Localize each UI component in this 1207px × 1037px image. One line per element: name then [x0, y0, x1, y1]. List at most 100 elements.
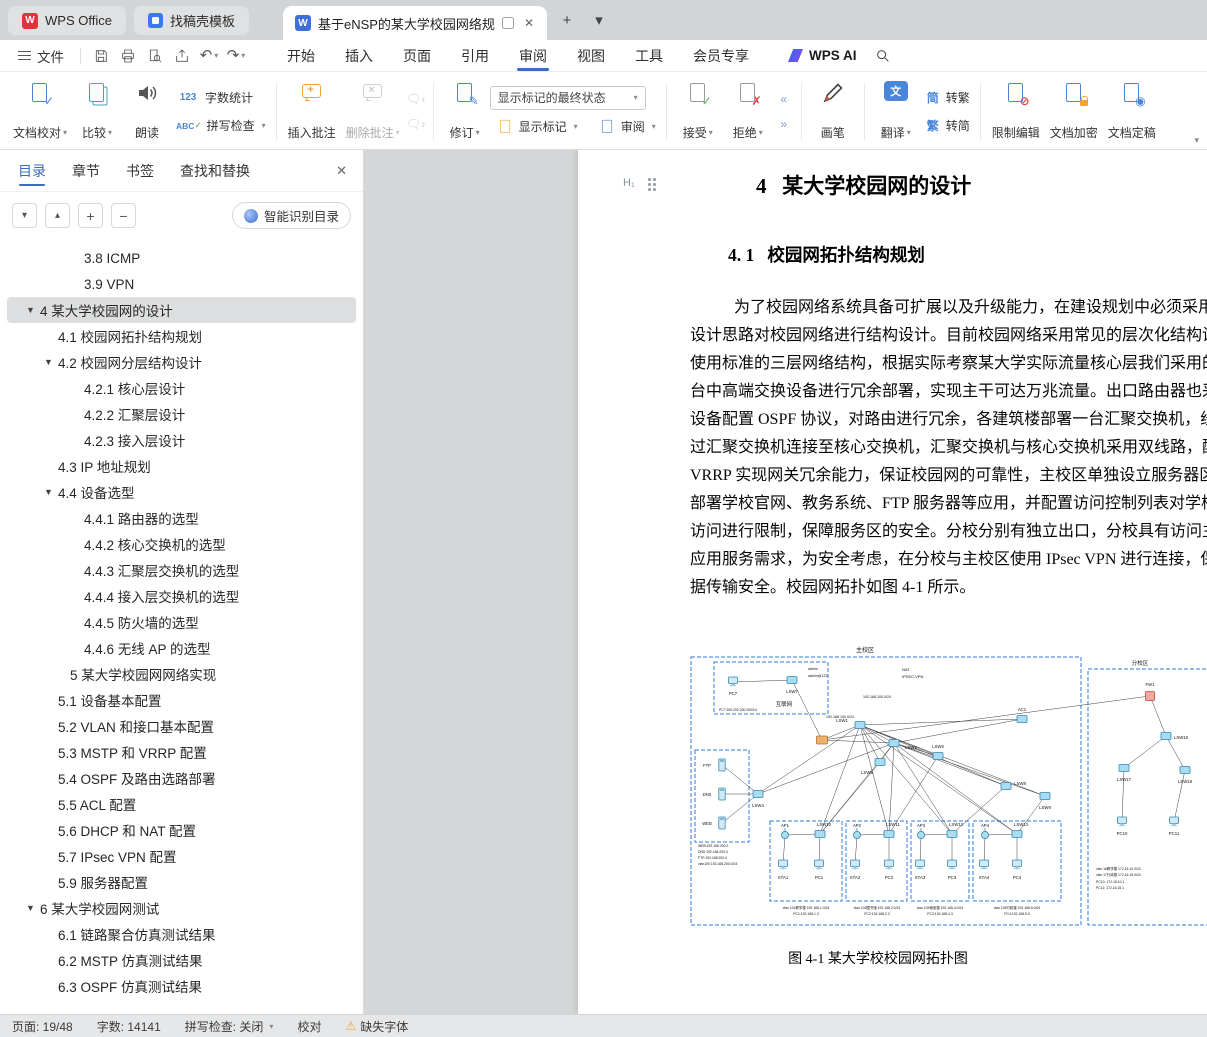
accept-change-button[interactable]: 接受▾ [673, 77, 723, 146]
expand-arrow-icon[interactable]: ▼ [44, 487, 53, 497]
close-tab-icon[interactable]: ✕ [521, 14, 537, 32]
document-canvas[interactable]: H₁ 4 某大学校园网的设计 4. 1 校园网拓扑结构规划 为了校园网络系统具备… [364, 150, 1207, 1014]
tab-wps-office[interactable]: W WPS Office [8, 6, 126, 35]
toc-item[interactable]: 4.1 校园网拓扑结构规划 [7, 323, 356, 349]
menu-tab-7[interactable]: 会员专享 [678, 40, 764, 71]
toc-item[interactable]: ▼ 6 某大学校园网测试 [7, 895, 356, 921]
toc-item[interactable]: 4.3 IP 地址规划 [7, 453, 356, 479]
missing-font-warning[interactable]: ⚠ 缺失字体 [345, 1018, 408, 1035]
toc-item[interactable]: 4.4.5 防火墙的选型 [7, 609, 356, 635]
expand-arrow-icon[interactable]: ▼ [26, 903, 35, 913]
ink-pen-button[interactable]: 画笔 [808, 77, 858, 146]
previous-change-button[interactable]: « [773, 89, 795, 109]
menu-tab-3[interactable]: 引用 [446, 40, 504, 71]
expand-all-button[interactable]: ▴ [45, 203, 70, 228]
track-changes-button[interactable]: 修订▾ [440, 77, 490, 146]
tab-current-document[interactable]: W 基于eNSP的某大学校园网络规 ✕ [282, 6, 547, 40]
page-indicator[interactable]: 页面: 19/48 [12, 1018, 73, 1035]
close-pane-icon[interactable]: ✕ [336, 163, 347, 179]
toc-item[interactable]: 5.6 DHCP 和 NAT 配置 [7, 817, 356, 843]
spellcheck-toggle[interactable]: 拼写检查: 关闭 ▾ [185, 1018, 274, 1035]
tab-chapters[interactable]: 章节 [72, 150, 100, 191]
spell-check-button[interactable]: ABC ✓ 拼写检查 ▾ [172, 114, 270, 137]
menu-tab-1[interactable]: 插入 [330, 40, 388, 71]
expand-arrow-icon[interactable]: ▼ [44, 357, 53, 367]
toc-item[interactable]: ▼ 4 某大学校园网的设计 [7, 297, 356, 323]
print-button[interactable] [116, 44, 140, 68]
toc-item[interactable]: 5.1 设备基本配置 [7, 687, 356, 713]
export-pdf-button[interactable] [170, 44, 194, 68]
tab-docer-template[interactable]: 找稿壳模板 [133, 6, 249, 35]
compare-button[interactable]: 比较 ▾ [72, 77, 122, 146]
diagram-label: PC7:200.200.200.200/24 [719, 708, 757, 712]
ribbon-collapse-button[interactable]: ▾ [1194, 135, 1199, 146]
topology-figure[interactable]: PC7 LSW7 LSW1 LSW2 AC1 LSW4 LSW5 LSW6 LSW8 LSW9 AP… [688, 638, 1207, 938]
print-preview-button[interactable] [143, 44, 167, 68]
tab-list-button[interactable]: ▾ [587, 8, 611, 32]
tab-bookmarks[interactable]: 书签 [126, 150, 154, 191]
undo-button[interactable]: ↶ ▾ [197, 44, 221, 68]
toc-item[interactable]: 5.3 MSTP 和 VRRP 配置 [7, 739, 356, 765]
read-aloud-button[interactable]: 朗读 [122, 77, 172, 146]
redo-button[interactable]: ↷ ▾ [224, 44, 248, 68]
menu-tab-6[interactable]: 工具 [620, 40, 678, 71]
encrypt-document-button[interactable]: 文档加密 [1045, 77, 1103, 146]
reject-change-button[interactable]: 拒绝▾ [723, 77, 773, 146]
word-count-indicator[interactable]: 字数: 14141 [97, 1018, 161, 1035]
toc-item[interactable]: 4.4.1 路由器的选型 [7, 505, 356, 531]
review-mode-button[interactable]: 审阅 ▾ [592, 115, 660, 138]
search-button[interactable] [875, 48, 891, 64]
save-button[interactable] [89, 44, 113, 68]
heading-level-badge[interactable]: H₁ [623, 177, 635, 189]
toc-item[interactable]: ▼ 4.4 设备选型 [7, 479, 356, 505]
menu-tab-5[interactable]: 视图 [562, 40, 620, 71]
insert-comment-button[interactable]: 插入批注 [283, 77, 341, 146]
proofread-button[interactable]: 校对 [297, 1018, 321, 1035]
smart-toc-button[interactable]: 智能识别目录 [231, 202, 351, 229]
translate-button[interactable]: 文 翻译 ▾ [871, 77, 921, 146]
wps-ai-button[interactable]: WPS AI [788, 48, 857, 63]
simplified-to-traditional-button[interactable]: 简 转繁 [921, 86, 974, 109]
diagram-label: vlan 102图书馆 192.168.2.0/24 [854, 905, 901, 910]
menu-tab-2[interactable]: 页面 [388, 40, 446, 71]
tab-find-replace[interactable]: 查找和替换 [180, 150, 250, 191]
new-tab-button[interactable]: + [555, 8, 579, 32]
traditional-to-simplified-button[interactable]: 繁 转简 [921, 114, 974, 137]
toc-item[interactable]: 5.9 服务器配置 [7, 869, 356, 895]
markup-state-select[interactable]: 显示标记的最终状态 ▾ [489, 85, 646, 110]
toc-item[interactable]: 6.1 链路聚合仿真测试结果 [7, 921, 356, 947]
next-change-button[interactable]: » [773, 114, 795, 134]
toc-item[interactable]: 3.8 ICMP [7, 245, 356, 271]
collapse-all-button[interactable]: ▾ [12, 203, 37, 228]
toc-item[interactable]: 5 某大学校园网网络实现 [7, 661, 356, 687]
promote-button[interactable]: + [78, 203, 103, 228]
toc-item[interactable]: 4.2.2 汇聚层设计 [7, 401, 356, 427]
restrict-editing-button[interactable]: 限制编辑 [987, 77, 1045, 146]
menu-tab-4[interactable]: 审阅 [504, 40, 562, 71]
word-count-button[interactable]: 123 字数统计 [172, 86, 270, 109]
toc-item[interactable]: 5.5 ACL 配置 [7, 791, 356, 817]
toc-item[interactable]: 4.2.3 接入层设计 [7, 427, 356, 453]
doc-proofread-button[interactable]: 文档校对▾ [8, 77, 72, 146]
demote-button[interactable]: − [111, 203, 136, 228]
finalize-document-button[interactable]: 文档定稿 [1103, 77, 1161, 146]
tab-toc[interactable]: 目录 [18, 150, 46, 191]
toc-item[interactable]: 5.7 IPsec VPN 配置 [7, 843, 356, 869]
toc-item[interactable]: 4.4.3 汇聚层交换机的选型 [7, 557, 356, 583]
toc-item[interactable]: 4.4.2 核心交换机的选型 [7, 531, 356, 557]
show-markup-button[interactable]: 显示标记 ▾ [490, 115, 582, 138]
toc-item[interactable]: 4.4.4 接入层交换机的选型 [7, 583, 356, 609]
expand-arrow-icon[interactable]: ▼ [26, 305, 35, 315]
toc-item[interactable]: 6.2 MSTP 仿真测试结果 [7, 947, 356, 973]
toc-item[interactable]: 4.4.6 无线 AP 的选型 [7, 635, 356, 661]
drag-handle-icon[interactable] [648, 178, 656, 191]
menu-tab-0[interactable]: 开始 [272, 40, 330, 71]
toc-item[interactable]: 5.4 OSPF 及路由选路部署 [7, 765, 356, 791]
toc-item[interactable]: 4.2.1 核心层设计 [7, 375, 356, 401]
toc-item[interactable]: 3.9 VPN [7, 271, 356, 297]
toc-item[interactable]: ▼ 4.2 校园网分层结构设计 [7, 349, 356, 375]
toc-item[interactable]: 5.2 VLAN 和接口基本配置 [7, 713, 356, 739]
document-page[interactable]: H₁ 4 某大学校园网的设计 4. 1 校园网拓扑结构规划 为了校园网络系统具备… [578, 150, 1207, 1014]
file-menu-button[interactable]: 文件 [10, 46, 72, 66]
toc-item[interactable]: 6.3 OSPF 仿真测试结果 [7, 973, 356, 999]
